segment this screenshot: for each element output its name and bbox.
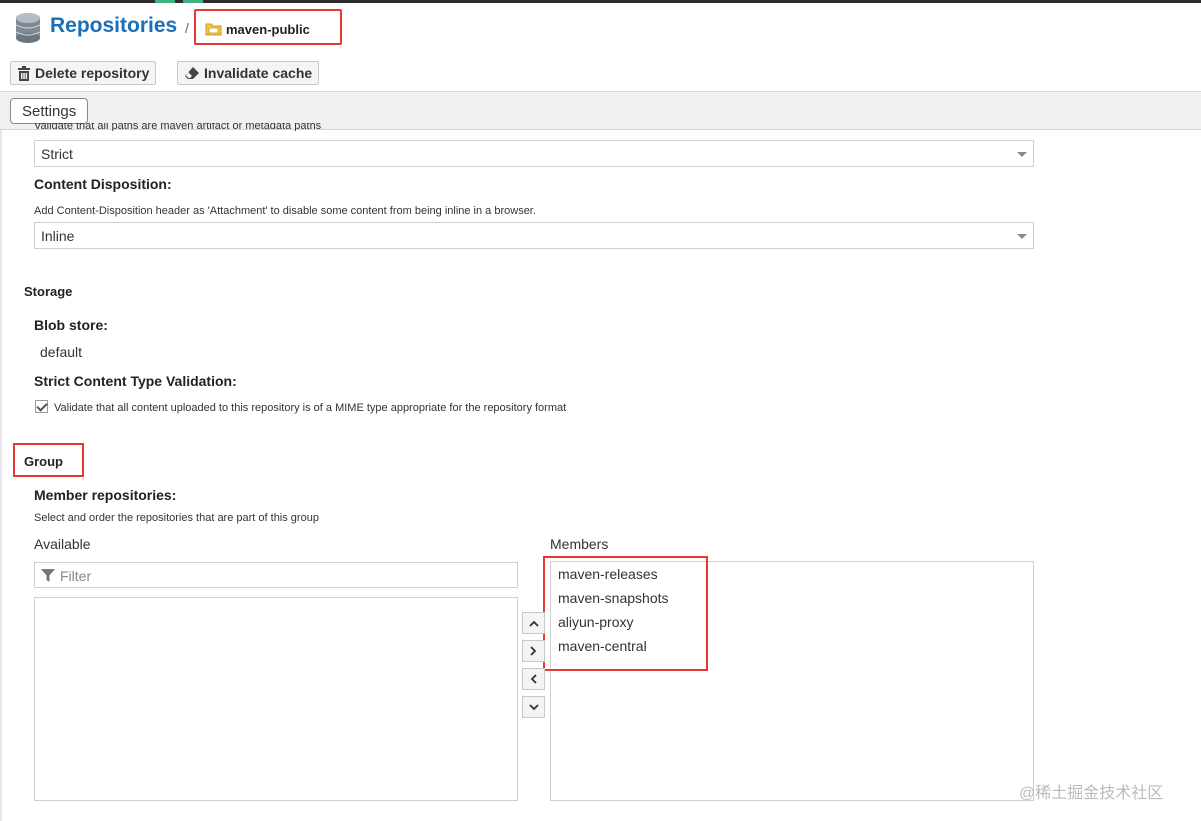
filter-placeholder: Filter bbox=[60, 568, 92, 584]
available-label: Available bbox=[34, 536, 91, 552]
trash-icon bbox=[18, 65, 30, 81]
page-title[interactable]: Repositories bbox=[50, 14, 177, 38]
add-member-button[interactable] bbox=[522, 640, 545, 662]
clipped-help-text: Validate that all paths are maven artifa… bbox=[34, 123, 321, 131]
blob-store-value: default bbox=[40, 344, 83, 360]
chevron-up-icon bbox=[528, 620, 539, 627]
invalidate-cache-button[interactable]: Invalidate cache bbox=[177, 61, 320, 85]
content-disposition-help: Add Content-Disposition header as 'Attac… bbox=[34, 205, 536, 217]
folder-icon bbox=[205, 23, 222, 36]
remove-member-button[interactable] bbox=[522, 668, 545, 690]
database-icon bbox=[15, 13, 41, 43]
layout-policy-select[interactable]: Strict bbox=[34, 140, 1034, 167]
blob-store-label: Blob store: bbox=[34, 317, 108, 333]
filter-input[interactable]: Filter bbox=[34, 562, 518, 588]
layout-policy-help: Validate that all paths are maven artifa… bbox=[34, 123, 322, 131]
dropdown-arrow-icon bbox=[1017, 152, 1027, 157]
chevron-down-icon bbox=[528, 703, 539, 710]
move-up-button[interactable] bbox=[522, 612, 545, 634]
member-repositories-label: Member repositories: bbox=[34, 487, 177, 503]
breadcrumb-current: maven-public bbox=[226, 22, 310, 37]
members-label: Members bbox=[550, 536, 609, 552]
strict-validation-help: Validate that all content uploaded to th… bbox=[54, 402, 567, 414]
strict-validation-checkbox[interactable] bbox=[35, 400, 48, 413]
delete-repository-label: Delete repository bbox=[35, 65, 150, 81]
content-disposition-value: Inline bbox=[41, 228, 75, 244]
highlight-members bbox=[543, 556, 708, 671]
content-disposition-label: Content Disposition: bbox=[34, 176, 172, 192]
filter-icon bbox=[41, 569, 55, 582]
move-down-button[interactable] bbox=[522, 696, 545, 718]
group-section-title: Group bbox=[24, 454, 63, 469]
content-disposition-select[interactable]: Inline bbox=[34, 222, 1034, 249]
delete-repository-button[interactable]: Delete repository bbox=[10, 61, 157, 85]
chevron-right-icon bbox=[530, 646, 537, 656]
chevron-left-icon bbox=[530, 674, 537, 684]
tab-settings[interactable]: Settings bbox=[10, 98, 89, 124]
available-list[interactable] bbox=[34, 597, 518, 801]
strict-validation-label: Strict Content Type Validation: bbox=[34, 373, 237, 389]
dropdown-arrow-icon bbox=[1017, 234, 1027, 239]
storage-section-title: Storage bbox=[24, 284, 73, 299]
layout-policy-value: Strict bbox=[41, 146, 73, 162]
watermark: @稀土掘金技术社区 bbox=[1019, 785, 1164, 802]
invalidate-cache-label: Invalidate cache bbox=[204, 65, 313, 81]
eraser-icon bbox=[185, 67, 199, 79]
breadcrumb-separator: / bbox=[185, 20, 189, 36]
member-repositories-help: Select and order the repositories that a… bbox=[34, 512, 319, 524]
